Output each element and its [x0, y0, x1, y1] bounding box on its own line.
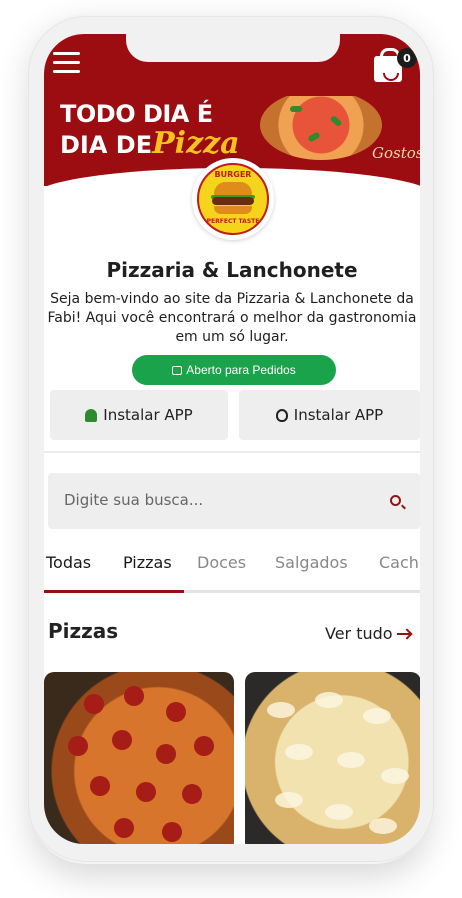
category-tabs: Todas Pizzas Doces Salgados Cach — [44, 548, 420, 594]
cart-button[interactable]: 0 — [372, 46, 417, 86]
divider — [44, 451, 420, 453]
android-install-label: Instalar APP — [103, 406, 193, 424]
open-status-button[interactable]: Aberto para Pedidos — [132, 355, 336, 385]
banner-script-text: Pizza — [152, 126, 240, 161]
store-description: Seja bem-vindo ao site da Pizzaria & Lan… — [47, 291, 417, 345]
store-icon — [172, 365, 183, 375]
banner-headline-2: DIA DEPizza — [60, 126, 240, 161]
ios-install-label: Instalar APP — [293, 406, 384, 424]
status-label: Aberto para Pedidos — [186, 363, 296, 377]
see-all-link[interactable]: Ver tudo — [325, 624, 411, 643]
tab-pizzas[interactable]: Pizzas — [123, 553, 172, 572]
install-ios-app-button[interactable]: Instalar APP — [239, 390, 420, 440]
logo-bottom-text: PERFECT TASTE — [206, 218, 260, 225]
tab-cach[interactable]: Cach — [379, 553, 419, 572]
app-screen: 0 TODO DIA É DIA DEPizza Gostosa BURGER … — [44, 34, 420, 844]
section-title: Pizzas — [48, 619, 119, 643]
search-bar[interactable]: Digite sua busca... — [48, 473, 420, 529]
tab-selection-indicator — [44, 590, 184, 593]
apple-icon — [275, 408, 288, 422]
product-card-cheese-pizza[interactable] — [245, 672, 420, 844]
phone-notch — [126, 34, 340, 62]
logo-top-text: BURGER — [214, 170, 252, 179]
android-icon — [85, 408, 98, 422]
tab-salgados[interactable]: Salgados — [275, 553, 348, 572]
banner-tagline: Gostosa — [372, 144, 420, 162]
search-icon[interactable] — [390, 495, 401, 506]
product-card-pepperoni-pizza[interactable] — [44, 672, 234, 844]
install-android-app-button[interactable]: Instalar APP — [50, 390, 228, 440]
hamburger-menu-icon[interactable] — [53, 52, 80, 74]
cart-count-badge: 0 — [397, 48, 417, 68]
banner-headline-1: TODO DIA É — [60, 100, 213, 128]
see-all-label: Ver tudo — [325, 624, 393, 643]
search-input[interactable]: Digite sua busca... — [64, 491, 203, 509]
pizza-banner-image — [260, 96, 382, 160]
store-logo: BURGER PERFECT TASTE — [192, 158, 274, 240]
arrow-right-icon — [396, 632, 411, 635]
store-name: Pizzaria & Lanchonete — [106, 258, 358, 282]
tab-doces[interactable]: Doces — [197, 553, 246, 572]
tab-todas[interactable]: Todas — [46, 553, 91, 572]
